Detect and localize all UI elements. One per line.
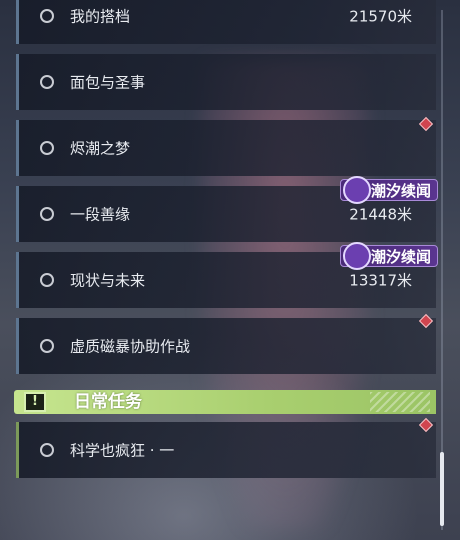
quest-radio-icon[interactable] bbox=[40, 273, 54, 287]
quest-radio-icon[interactable] bbox=[40, 339, 54, 353]
quest-name: 科学也疯狂 · 一 bbox=[70, 441, 175, 460]
quest-name: 面包与圣事 bbox=[70, 73, 146, 92]
quest-name: 烬潮之梦 bbox=[70, 139, 131, 158]
badge-label: 潮汐续闻 bbox=[371, 248, 432, 266]
tide-sequel-badge: 潮汐续闻 bbox=[340, 176, 439, 204]
scrollbar-thumb[interactable] bbox=[440, 452, 444, 526]
badge-label: 潮汐续闻 bbox=[371, 182, 432, 200]
tide-sequel-badge: 潮汐续闻 bbox=[340, 242, 439, 270]
tide-sequel-logo-icon bbox=[343, 176, 371, 204]
quest-item-science-madness[interactable]: 科学也疯狂 · 一 bbox=[16, 422, 436, 478]
quest-distance: 21570米 bbox=[349, 7, 412, 26]
quest-distance: 13317米 bbox=[349, 271, 412, 290]
quest-item-my-partner[interactable]: 我的搭档 21570米 bbox=[16, 0, 436, 44]
daily-quests-header[interactable]: ! 日常任务 bbox=[14, 390, 436, 414]
section-title: 日常任务 bbox=[74, 392, 142, 412]
quest-name: 我的搭档 bbox=[70, 7, 131, 26]
quest-name: 一段善缘 bbox=[70, 205, 131, 224]
quest-distance: 21448米 bbox=[349, 205, 412, 224]
quest-name: 虚质磁暴协助作战 bbox=[70, 337, 191, 356]
quest-list: 我的搭档 21570米 面包与圣事 烬潮之梦 一段善缘 21448米 潮汐续闻 … bbox=[0, 0, 440, 540]
quest-radio-icon[interactable] bbox=[40, 443, 54, 457]
quest-item-bread-and-sacrament[interactable]: 面包与圣事 bbox=[16, 54, 436, 110]
quest-radio-icon[interactable] bbox=[40, 75, 54, 89]
quest-item-void-storm-assist[interactable]: 虚质磁暴协助作战 bbox=[16, 318, 436, 374]
tide-sequel-logo-icon bbox=[343, 242, 371, 270]
exclamation-icon: ! bbox=[24, 392, 46, 412]
quest-item-ember-tide-dream[interactable]: 烬潮之梦 bbox=[16, 120, 436, 176]
header-decoration bbox=[370, 392, 430, 412]
quest-name: 现状与未来 bbox=[70, 271, 146, 290]
quest-radio-icon[interactable] bbox=[40, 9, 54, 23]
quest-radio-icon[interactable] bbox=[40, 207, 54, 221]
quest-radio-icon[interactable] bbox=[40, 141, 54, 155]
